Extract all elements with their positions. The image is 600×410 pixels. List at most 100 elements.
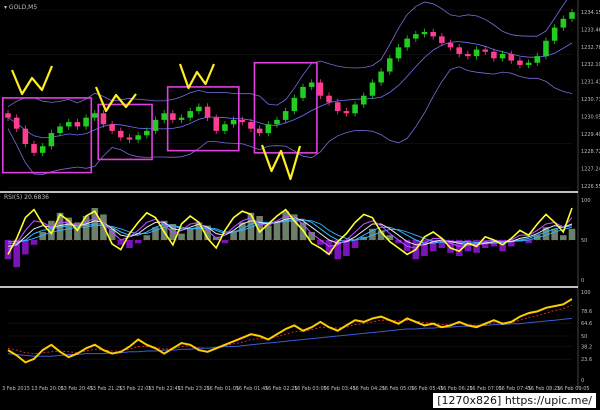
annotation-arrow xyxy=(10,65,54,96)
candle-body xyxy=(291,97,298,112)
price-candle xyxy=(517,57,523,69)
rsi-histogram-bar xyxy=(230,232,237,240)
upper-band-line xyxy=(7,0,568,108)
candle-body xyxy=(404,38,410,48)
price-candle xyxy=(413,30,419,42)
candle-body xyxy=(413,34,419,39)
candle-body xyxy=(161,113,167,120)
price-tick-label: 1230.05 xyxy=(581,114,600,120)
candle-body xyxy=(447,42,454,48)
price-candle xyxy=(421,28,428,38)
time-tick-label: 13 Feb 22:45 xyxy=(148,386,181,392)
candle-body xyxy=(65,122,72,127)
rsi-histogram-bar xyxy=(22,240,29,255)
rsi-histogram-bar xyxy=(265,225,272,240)
price-candle xyxy=(170,109,176,124)
price-candle xyxy=(395,44,402,62)
price-candle xyxy=(508,50,515,64)
chart-canvas: 1234.15 1233.46 1232.78 1232.10 1231.41 1230.… xyxy=(0,0,600,392)
time-tick-label: 13 Feb 20:45 xyxy=(60,386,93,392)
price-candle xyxy=(135,131,141,143)
time-tick-label: 16 Feb 03:45 xyxy=(323,386,356,392)
rsi-tick-label: 0 xyxy=(581,278,584,284)
annotation-arrow xyxy=(178,63,216,90)
price-candle xyxy=(256,125,263,137)
osc-tick-label: 100 xyxy=(581,290,591,296)
price-candle xyxy=(447,39,454,51)
candle-body xyxy=(135,135,141,140)
price-candle xyxy=(352,101,358,117)
price-tick-label: 1228.72 xyxy=(581,149,600,155)
osc-tick-label: 78.6 xyxy=(581,309,592,315)
candle-body xyxy=(317,82,324,96)
price-candle xyxy=(343,107,350,117)
price-tick-label: 1233.46 xyxy=(581,27,600,33)
price-pane xyxy=(1,0,575,189)
price-candle xyxy=(178,114,185,124)
price-tick-label: 1229.40 xyxy=(581,132,600,138)
candle-body xyxy=(48,133,55,147)
candle-body xyxy=(83,117,89,127)
time-tick-label: 13 Feb 22:05 xyxy=(119,386,152,392)
candle-body xyxy=(517,60,523,65)
candle-body xyxy=(22,128,29,145)
candle-body xyxy=(274,119,280,125)
annotation-arrow xyxy=(260,144,302,181)
price-candle xyxy=(369,79,376,99)
price-candle xyxy=(569,8,575,23)
candle-body xyxy=(100,113,107,125)
price-tick-label: 1232.78 xyxy=(581,45,600,51)
annotation-box xyxy=(97,103,153,161)
price-tick-label: 1232.10 xyxy=(581,62,600,68)
candle-body xyxy=(430,31,436,37)
candle-body xyxy=(343,111,350,114)
osc-tick-label: 38.2 xyxy=(581,344,592,350)
candle-body xyxy=(360,95,367,105)
price-candle xyxy=(265,120,272,137)
candle-body xyxy=(395,47,402,59)
candle-body xyxy=(465,53,471,57)
candle-body xyxy=(456,47,462,54)
candle-body xyxy=(239,119,246,123)
candle-body xyxy=(222,124,228,131)
candle-body xyxy=(421,31,428,35)
osc-tick-label: 0 xyxy=(581,378,584,384)
rsi-histogram-bar xyxy=(317,240,324,245)
rsi-histogram-bar xyxy=(568,228,576,240)
time-tick-label: 16 Feb 02:25 xyxy=(265,386,298,392)
time-tick-label: 16 Feb 08:25 xyxy=(528,386,561,392)
time-tick-label: 16 Feb 03:05 xyxy=(294,386,327,392)
price-candle xyxy=(100,109,107,128)
rsi-histogram-bar xyxy=(126,240,133,248)
price-candle xyxy=(83,114,89,130)
candle-body xyxy=(473,49,480,57)
candle-body xyxy=(369,82,376,96)
rsi-label: RSI(5) 20.6836 xyxy=(4,194,49,201)
rsi-tick-label: 100 xyxy=(581,198,591,204)
candle-body xyxy=(5,113,11,118)
candle-body xyxy=(256,128,263,134)
candle-body xyxy=(491,51,497,59)
candle-body xyxy=(31,144,37,153)
candle-body xyxy=(551,27,558,41)
price-candle xyxy=(187,107,193,121)
candle-body xyxy=(152,119,159,131)
price-candle xyxy=(317,79,324,99)
rsi-histogram-bar xyxy=(30,240,38,245)
price-candle xyxy=(456,44,462,58)
rsi-histogram-bar xyxy=(273,220,281,240)
price-candle xyxy=(196,103,202,115)
time-tick-label: 16 Feb 09:05 xyxy=(557,386,590,392)
price-candle xyxy=(118,127,124,141)
symbol-label: ▾ GOLD,M5 xyxy=(4,4,37,11)
time-tick-label: 16 Feb 07:45 xyxy=(498,386,531,392)
price-candle xyxy=(152,116,159,135)
candle-body xyxy=(378,71,384,83)
candle-body xyxy=(569,12,575,19)
rsi-histogram-bar xyxy=(186,228,194,240)
price-candle xyxy=(282,107,289,124)
candle-body xyxy=(326,95,332,103)
price-candle xyxy=(22,125,29,148)
price-candle xyxy=(13,114,20,132)
price-candle xyxy=(430,28,436,40)
